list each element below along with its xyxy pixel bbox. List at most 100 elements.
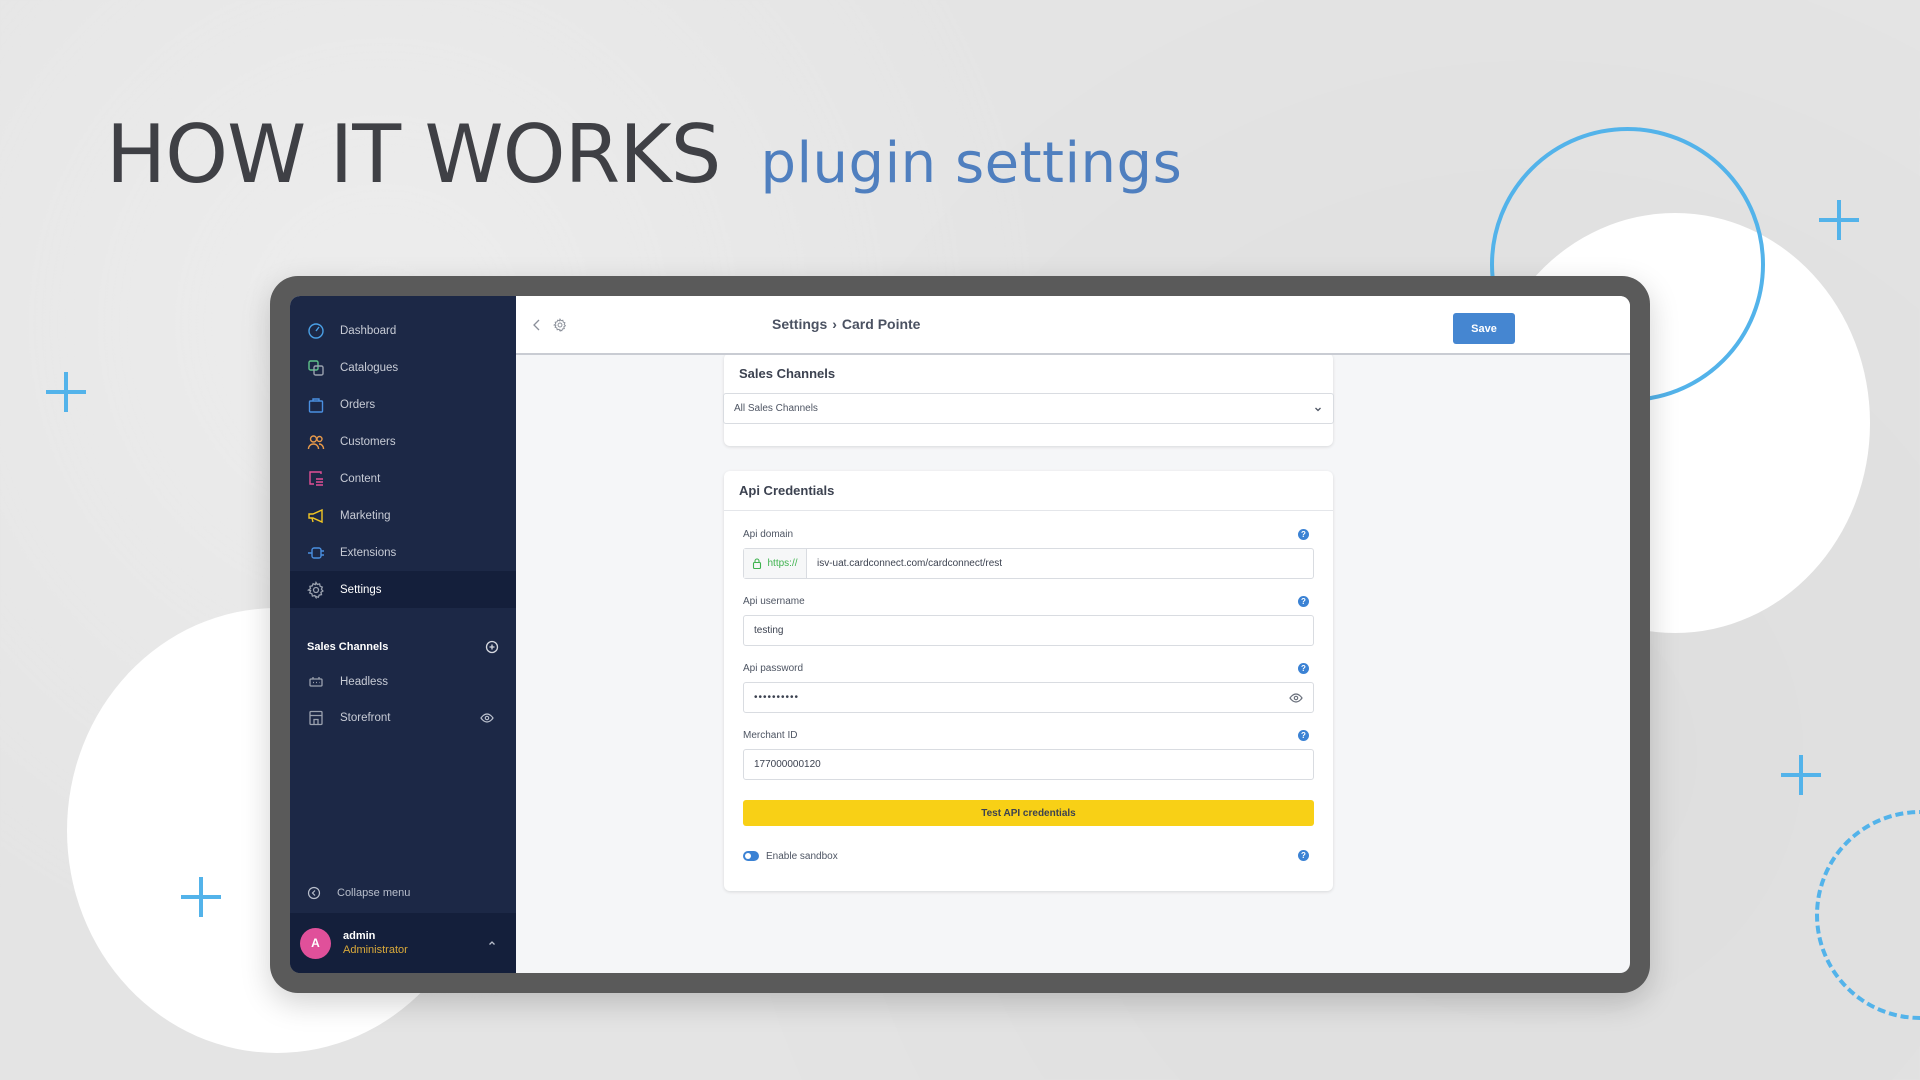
toggle-label: Enable sandbox	[766, 850, 838, 862]
avatar: A	[300, 927, 331, 959]
breadcrumb-settings[interactable]: Settings	[772, 316, 827, 332]
storefront-icon	[307, 709, 325, 727]
select-value: All Sales Channels	[734, 403, 818, 414]
sidebar-item-label: Customers	[340, 435, 396, 448]
sales-channels-card: Sales Channels All Sales Channels	[723, 355, 1334, 446]
content-icon	[307, 470, 325, 488]
sidebar-item-label: Orders	[340, 398, 376, 411]
sidebar-item-orders[interactable]: Orders	[290, 386, 516, 423]
plug-icon	[307, 544, 325, 562]
user-name: admin	[343, 930, 376, 942]
main-panel: Settings › Card Pointe Save Sales Channe…	[516, 296, 1630, 973]
sales-channel-label: Storefront	[340, 712, 391, 724]
api-username-input[interactable]: testing	[743, 615, 1314, 646]
sidebar-item-label: Catalogues	[340, 361, 399, 374]
catalogues-icon	[307, 359, 325, 377]
input-value: testing	[754, 625, 784, 636]
sidebar-nav: Dashboard Catalogues Orders Customers Co…	[290, 296, 516, 608]
user-menu[interactable]: A admin Administrator	[290, 913, 516, 973]
help-icon[interactable]: ?	[1298, 529, 1309, 540]
sidebar-item-dashboard[interactable]: Dashboard	[290, 312, 516, 349]
api-password-field: Api password ? ••••••••••	[724, 663, 1333, 713]
help-icon[interactable]: ?	[1298, 730, 1309, 741]
decor-plus-icon	[1819, 200, 1859, 240]
headline-subtitle: plugin settings	[760, 131, 1183, 196]
api-credentials-card: Api Credentials Api domain ? https:// is…	[724, 471, 1333, 891]
sidebar-item-label: Settings	[340, 583, 382, 596]
sales-channels-title: Sales Channels	[307, 641, 389, 653]
decor-plus-icon	[181, 877, 221, 917]
test-api-credentials-button[interactable]: Test API credentials	[743, 800, 1314, 826]
sidebar-item-label: Content	[340, 472, 381, 485]
collapse-menu-label: Collapse menu	[337, 887, 411, 899]
decor-plus-icon	[46, 372, 86, 412]
sales-channel-label: Headless	[340, 676, 388, 688]
sidebar-item-content[interactable]: Content	[290, 460, 516, 497]
breadcrumb-current: Card Pointe	[841, 316, 921, 332]
settings-content: Sales Channels All Sales Channels Api Cr…	[516, 355, 1630, 973]
prefix-text: https://	[767, 558, 798, 569]
sidebar-item-label: Extensions	[340, 546, 397, 559]
sales-channel-storefront[interactable]: Storefront	[290, 700, 516, 736]
sidebar-item-customers[interactable]: Customers	[290, 423, 516, 460]
user-info: admin Administrator	[343, 930, 474, 956]
sales-channel-select[interactable]: All Sales Channels	[723, 393, 1334, 424]
headless-icon	[307, 673, 325, 691]
headline-title: HOW IT WORKS	[106, 108, 721, 201]
orders-bag-icon	[307, 396, 325, 414]
sidebar-item-catalogues[interactable]: Catalogues	[290, 349, 516, 386]
help-icon[interactable]: ?	[1298, 663, 1309, 674]
sidebar-item-extensions[interactable]: Extensions	[290, 534, 516, 571]
api-domain-field: Api domain ? https:// isv-uat.cardconnec…	[724, 529, 1333, 579]
input-value: 177000000120	[754, 759, 821, 770]
sidebar-item-label: Marketing	[340, 509, 391, 522]
field-label: Api username	[743, 596, 805, 607]
sales-channels-header: Sales Channels	[290, 636, 516, 658]
chevron-down-icon	[1313, 404, 1323, 414]
sidebar-item-settings[interactable]: Settings	[290, 571, 516, 608]
collapse-arrow-icon	[307, 886, 321, 900]
customers-icon	[307, 433, 325, 451]
input-value: isv-uat.cardconnect.com/cardconnect/rest	[817, 558, 1003, 569]
user-role: Administrator	[343, 944, 408, 956]
field-label: Merchant ID	[743, 730, 798, 741]
device-frame: Dashboard Catalogues Orders Customers Co…	[270, 276, 1650, 993]
breadcrumb: Settings › Card Pointe	[772, 316, 920, 332]
enable-sandbox-row: Enable sandbox ?	[724, 849, 1333, 863]
decor-dashed-ring	[1815, 810, 1920, 1020]
help-icon[interactable]: ?	[1298, 596, 1309, 607]
back-arrow-icon[interactable]	[530, 318, 544, 332]
https-prefix: https://	[744, 549, 807, 578]
field-label: Api domain	[743, 529, 794, 540]
add-sales-channel-icon[interactable]	[485, 640, 499, 654]
breadcrumb-separator: ›	[832, 316, 837, 332]
headline: HOW IT WORKS plugin settings	[106, 108, 1182, 201]
field-label: Api password	[743, 663, 804, 674]
help-icon[interactable]: ?	[1298, 850, 1309, 861]
sidebar-item-label: Dashboard	[340, 324, 397, 337]
show-password-eye-icon[interactable]	[1289, 691, 1303, 705]
megaphone-icon	[307, 507, 325, 525]
dashboard-gauge-icon	[307, 322, 325, 340]
save-button[interactable]: Save	[1453, 313, 1515, 344]
app-screen: Dashboard Catalogues Orders Customers Co…	[290, 296, 1630, 973]
merchant-id-field: Merchant ID ? 177000000120	[724, 730, 1333, 780]
card-title: Sales Channels	[739, 365, 836, 381]
input-value: ••••••••••	[754, 692, 800, 703]
chevron-up-icon	[486, 937, 498, 949]
top-bar: Settings › Card Pointe Save	[516, 296, 1630, 355]
gear-icon	[307, 580, 325, 599]
decor-plus-icon	[1781, 755, 1821, 795]
sidebar-item-marketing[interactable]: Marketing	[290, 497, 516, 534]
lock-icon	[753, 558, 762, 569]
api-password-input[interactable]: ••••••••••	[743, 682, 1314, 713]
collapse-menu-button[interactable]: Collapse menu	[290, 875, 516, 911]
sales-channel-headless[interactable]: Headless	[290, 664, 516, 700]
api-domain-input[interactable]: https:// isv-uat.cardconnect.com/cardcon…	[743, 548, 1314, 579]
eye-icon[interactable]	[480, 711, 494, 725]
merchant-id-input[interactable]: 177000000120	[743, 749, 1314, 780]
enable-sandbox-toggle[interactable]	[743, 851, 759, 861]
card-title: Api Credentials	[724, 471, 1333, 511]
api-username-field: Api username ? testing	[724, 596, 1333, 646]
gear-icon[interactable]	[553, 318, 567, 332]
